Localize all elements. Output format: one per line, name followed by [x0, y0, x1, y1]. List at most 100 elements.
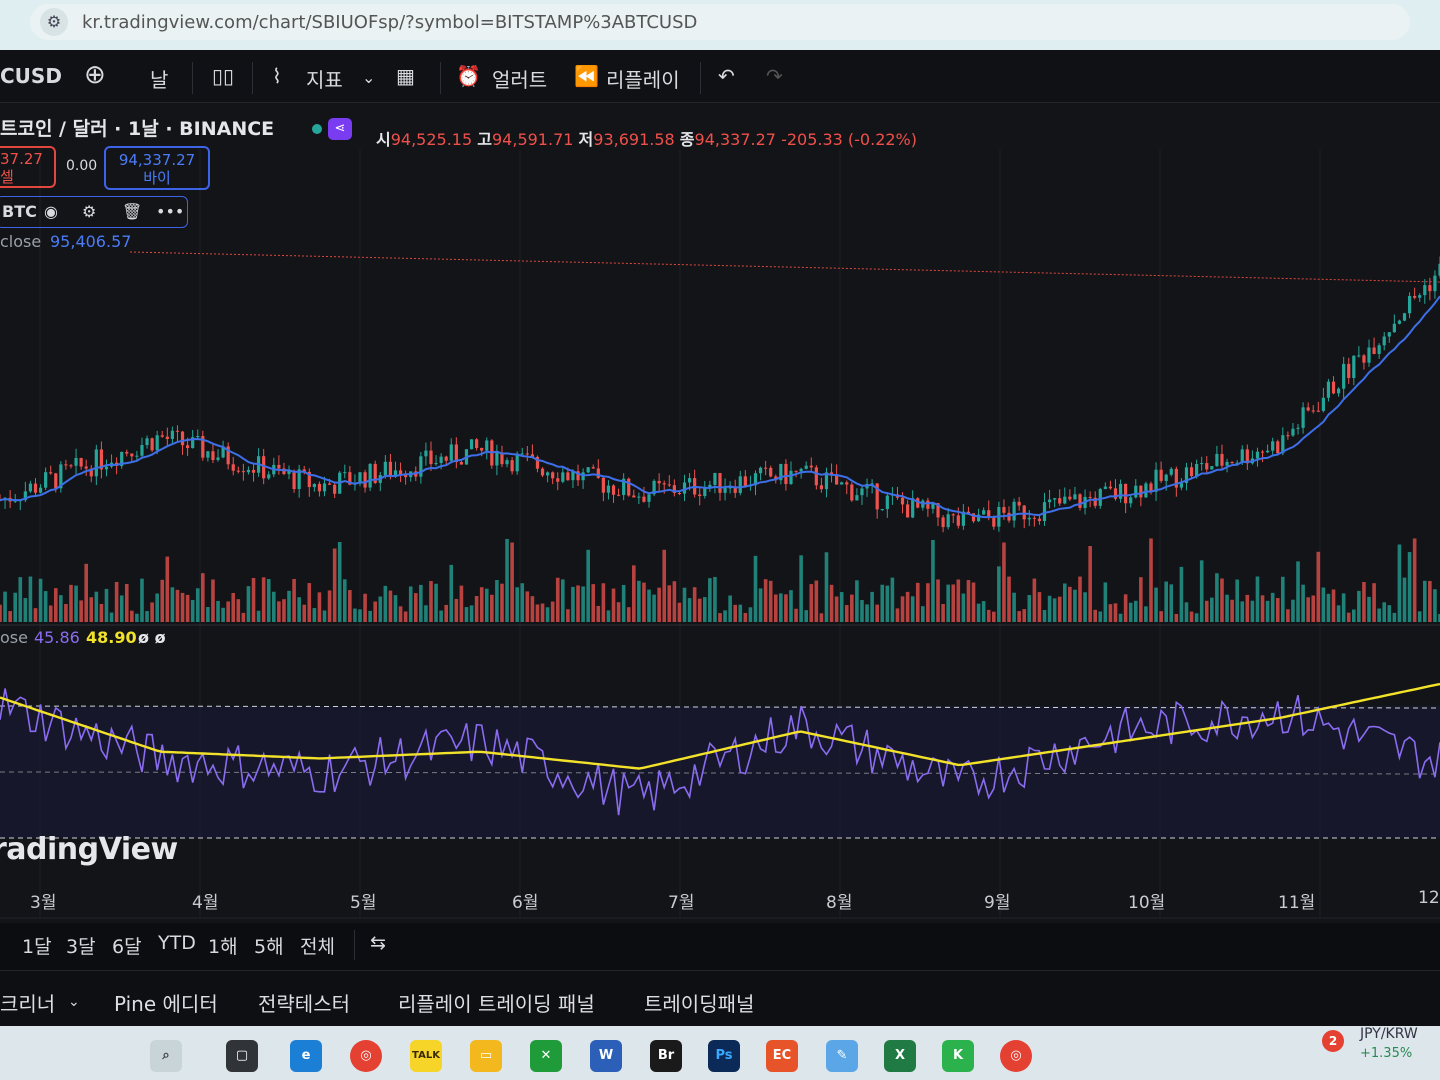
candle — [1200, 463, 1204, 465]
volume-bar — [915, 582, 920, 622]
kakaotalk-icon[interactable]: TALK — [410, 1040, 442, 1072]
range-1y-button[interactable]: 1해 — [208, 932, 238, 959]
volume-bar — [342, 579, 347, 622]
notepad-icon[interactable]: ✎ — [826, 1040, 858, 1072]
candle — [1291, 428, 1295, 436]
volume-bar — [312, 608, 317, 622]
tab-screener[interactable]: 크리너 — [0, 988, 55, 1017]
volume-bar — [844, 605, 849, 622]
photoshop-icon[interactable]: Ps — [708, 1040, 740, 1072]
range-1m-button[interactable]: 1달 — [22, 932, 52, 959]
word-icon[interactable]: W — [590, 1040, 622, 1072]
range-6m-button[interactable]: 6달 — [112, 932, 142, 959]
settings-icon[interactable]: ⚙ — [82, 202, 96, 221]
candle — [1047, 499, 1052, 503]
task-view-icon[interactable]: ▢ — [226, 1040, 258, 1072]
candle — [485, 440, 489, 451]
candle — [642, 496, 646, 502]
candle — [28, 483, 33, 492]
tab-strategy-tester[interactable]: 전략테스터 — [258, 988, 350, 1017]
eye-icon[interactable]: ◉ — [44, 202, 58, 221]
tab-pine-editor[interactable]: Pine 에디터 — [114, 988, 218, 1017]
range-3m-button[interactable]: 3달 — [66, 932, 96, 959]
trading-app-icon[interactable]: K — [942, 1040, 974, 1072]
candle — [145, 438, 149, 446]
candle — [840, 482, 844, 485]
volume-bar — [500, 583, 504, 622]
range-all-button[interactable]: 전체 — [300, 932, 335, 959]
volume-bar — [829, 584, 834, 622]
data-source-icon[interactable]: ⋖ — [328, 118, 352, 140]
candle — [632, 495, 636, 498]
volume-bar — [992, 611, 996, 622]
candle — [1240, 449, 1244, 463]
candle — [1260, 451, 1265, 453]
range-ytd-button[interactable]: YTD — [158, 932, 196, 954]
volume-bar — [682, 587, 687, 622]
low-key: 저 — [578, 130, 594, 149]
candle — [515, 453, 519, 472]
volume-bar — [272, 591, 276, 622]
volume-bar — [743, 612, 748, 622]
volume-bar — [1062, 583, 1067, 622]
candle — [718, 473, 722, 493]
chart-canvas[interactable] — [0, 0, 1440, 1080]
volume-bar — [1128, 602, 1133, 622]
volume-bar — [348, 590, 352, 622]
volume-bar — [834, 596, 839, 622]
go-to-date-icon[interactable]: ⇆ — [370, 932, 386, 954]
volume-bar — [530, 596, 535, 622]
buy-button[interactable]: 94,337.27 바이 — [104, 146, 210, 190]
rsi-value: 45.86 — [34, 628, 80, 647]
app-icon[interactable]: EC — [766, 1040, 798, 1072]
candle — [941, 517, 945, 528]
volume-bar — [454, 598, 459, 622]
volume-bar — [1078, 576, 1082, 622]
volume-bar — [1169, 584, 1174, 622]
volume-bar — [490, 594, 494, 622]
chrome-icon[interactable]: ◎ — [350, 1040, 382, 1072]
chrome-profile-icon[interactable]: ◎ — [1000, 1040, 1032, 1072]
volume-bar — [860, 600, 864, 622]
candle — [1266, 450, 1270, 453]
candle — [165, 436, 169, 439]
range-5y-button[interactable]: 5해 — [254, 932, 284, 959]
more-icon[interactable]: ••• — [156, 202, 184, 221]
candle — [74, 458, 78, 466]
candle — [1387, 332, 1391, 337]
candle — [611, 485, 616, 495]
xbox-icon[interactable]: ✕ — [530, 1040, 562, 1072]
tab-trading-panel[interactable]: 트레이딩패널 — [644, 988, 754, 1017]
excel-icon[interactable]: X — [884, 1040, 916, 1072]
volume-bar — [1225, 594, 1229, 622]
sell-button[interactable]: 37.27 셀 — [0, 146, 56, 188]
volume-bar — [910, 596, 915, 622]
search-icon[interactable]: ⌕ — [150, 1040, 182, 1072]
candle — [1088, 496, 1092, 498]
notification-badge[interactable]: 2 — [1322, 1030, 1344, 1052]
volume-bar — [758, 588, 763, 622]
candle — [551, 472, 555, 479]
candle — [322, 483, 327, 492]
tab-replay-trading-panel[interactable]: 리플레이 트레이딩 패널 — [398, 988, 595, 1017]
candle — [33, 483, 38, 493]
volume-bar — [1179, 566, 1184, 622]
volume-bar — [642, 582, 646, 622]
edge-icon[interactable]: e — [290, 1040, 322, 1072]
volume-bar — [839, 592, 844, 622]
volume-bar — [1265, 600, 1270, 622]
chevron-down-icon[interactable]: ⌄ — [68, 994, 80, 1010]
volume-bar — [1275, 598, 1280, 622]
ma-close-label: close — [0, 232, 42, 251]
file-explorer-icon[interactable]: ▭ — [470, 1040, 502, 1072]
volume-bar — [1367, 596, 1371, 622]
volume-bar — [241, 612, 246, 622]
volume-bar — [28, 576, 33, 622]
tray-pair[interactable]: JPY/KRW — [1360, 1026, 1418, 1042]
volume-bar — [723, 610, 727, 622]
volume-bar — [0, 604, 2, 622]
bridge-icon[interactable]: Br — [650, 1040, 682, 1072]
volume-bar — [865, 604, 869, 622]
symbol-legend-title[interactable]: 트코인 / 달러 · 1날 · BINANCE — [0, 114, 274, 141]
trash-icon[interactable]: 🗑 — [122, 202, 142, 221]
